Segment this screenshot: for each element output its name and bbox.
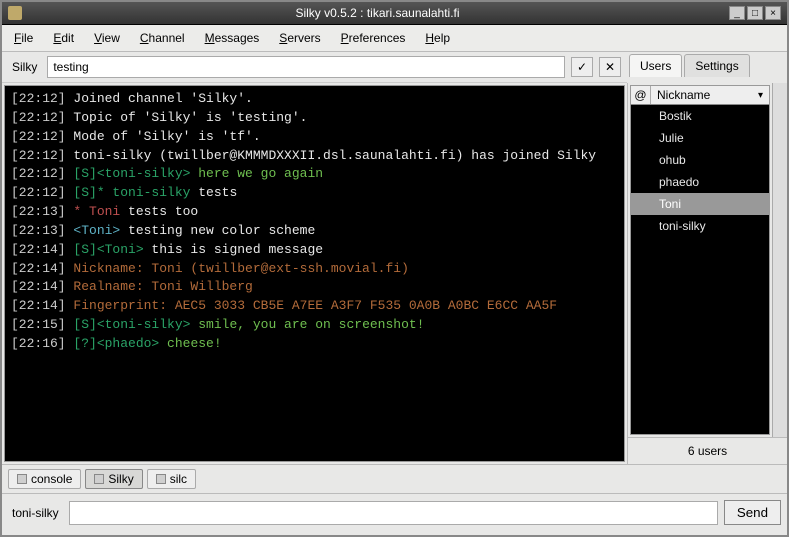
userlist-scrollbar[interactable] (772, 83, 787, 437)
channel-tab[interactable]: Silky (85, 469, 142, 489)
topic-confirm-button[interactable]: ✓ (571, 57, 593, 77)
chat-line: [22:12] toni-silky (twillber@KMMMDXXXII.… (11, 147, 618, 166)
menubar: File Edit View Channel Messages Servers … (2, 25, 787, 52)
menu-servers[interactable]: Servers (271, 28, 328, 48)
user-list-panel: @ Nickname ▾ BostikJulieohubphaedoTonito… (630, 85, 770, 435)
user-list-item[interactable]: toni-silky (631, 215, 769, 237)
user-count: 6 users (628, 437, 787, 464)
message-input[interactable] (69, 501, 718, 525)
sort-arrow-icon: ▾ (758, 90, 763, 101)
chat-line: [22:12] [S]<toni-silky> here we go again (11, 165, 618, 184)
chat-line: [22:13] * Toni tests too (11, 203, 618, 222)
topic-clear-button[interactable]: ✕ (599, 57, 621, 77)
main-area: [22:12] Joined channel 'Silky'.[22:12] T… (2, 83, 787, 464)
tab-indicator-icon (17, 474, 27, 484)
chat-line: [22:14] Nickname: Toni (twillber@ext-ssh… (11, 260, 618, 279)
user-list-item[interactable]: Toni (631, 193, 769, 215)
chat-log[interactable]: [22:12] Joined channel 'Silky'.[22:12] T… (4, 85, 625, 462)
channel-tab[interactable]: console (8, 469, 81, 489)
channel-tabs: consoleSilkysilc (2, 464, 787, 493)
topic-row: Silky ✓ ✕ (2, 52, 627, 83)
nickname-column-header[interactable]: Nickname ▾ (651, 86, 769, 104)
menu-channel[interactable]: Channel (132, 28, 193, 48)
chat-line: [22:14] Realname: Toni Willberg (11, 278, 618, 297)
side-tabs: Users Settings (627, 52, 787, 77)
menu-preferences[interactable]: Preferences (333, 28, 414, 48)
chat-line: [22:15] [S]<toni-silky> smile, you are o… (11, 316, 618, 335)
titlebar[interactable]: Silky v0.5.2 : tikari.saunalahti.fi _ □ … (2, 2, 787, 25)
menu-file[interactable]: File (6, 28, 41, 48)
menu-view[interactable]: View (86, 28, 128, 48)
userlist-header[interactable]: @ Nickname ▾ (631, 86, 769, 105)
send-button[interactable]: Send (724, 500, 781, 525)
tab-users[interactable]: Users (629, 54, 682, 77)
app-window: Silky v0.5.2 : tikari.saunalahti.fi _ □ … (0, 0, 789, 537)
chat-line: [22:14] [S]<Toni> this is signed message (11, 241, 618, 260)
channel-label: Silky (8, 60, 41, 74)
user-list[interactable]: BostikJulieohubphaedoTonitoni-silky (631, 105, 769, 434)
user-list-item[interactable]: Bostik (631, 105, 769, 127)
user-list-item[interactable]: Julie (631, 127, 769, 149)
menu-messages[interactable]: Messages (197, 28, 268, 48)
menu-help[interactable]: Help (417, 28, 458, 48)
app-icon (8, 6, 22, 20)
tab-settings[interactable]: Settings (684, 54, 749, 77)
current-nick-label: toni-silky (8, 506, 63, 520)
chat-line: [22:12] [S]* toni-silky tests (11, 184, 618, 203)
op-column-header[interactable]: @ (631, 86, 651, 104)
user-list-item[interactable]: ohub (631, 149, 769, 171)
menu-edit[interactable]: Edit (45, 28, 82, 48)
chat-line: [22:13] <Toni> testing new color scheme (11, 222, 618, 241)
tab-indicator-icon (156, 474, 166, 484)
chat-line: [22:14] Fingerprint: AEC5 3033 CB5E A7EE… (11, 297, 618, 316)
maximize-button[interactable]: □ (747, 6, 763, 20)
chat-line: [22:16] [?]<phaedo> cheese! (11, 335, 618, 354)
tab-indicator-icon (94, 474, 104, 484)
chat-line: [22:12] Joined channel 'Silky'. (11, 90, 618, 109)
user-list-item[interactable]: phaedo (631, 171, 769, 193)
topic-input[interactable] (47, 56, 565, 78)
close-button[interactable]: × (765, 6, 781, 20)
chat-line: [22:12] Topic of 'Silky' is 'testing'. (11, 109, 618, 128)
channel-tab[interactable]: silc (147, 469, 196, 489)
chat-line: [22:12] Mode of 'Silky' is 'tf'. (11, 128, 618, 147)
window-title: Silky v0.5.2 : tikari.saunalahti.fi (28, 6, 727, 20)
minimize-button[interactable]: _ (729, 6, 745, 20)
input-row: toni-silky Send (2, 493, 787, 535)
